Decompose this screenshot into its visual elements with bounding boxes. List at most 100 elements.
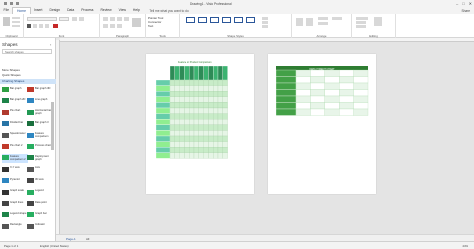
- stencil-item[interactable]: Indicator: [27, 223, 53, 232]
- undo-icon[interactable]: [10, 2, 13, 5]
- collapse-icon[interactable]: ‹: [50, 42, 51, 47]
- tab-design[interactable]: Design: [46, 7, 64, 14]
- copy-button[interactable]: [12, 21, 20, 23]
- drawing-page-2[interactable]: DEPLOYMENT CHART: [268, 54, 376, 194]
- row-label-cell: [275, 89, 297, 97]
- format-painter-button[interactable]: [12, 25, 20, 27]
- effects-button[interactable]: [262, 25, 268, 28]
- stencil-item[interactable]: Rectangle: [2, 223, 28, 232]
- tab-review[interactable]: Review: [97, 7, 115, 14]
- stencil-item[interactable]: Line graph: [27, 97, 53, 106]
- align-button[interactable]: [296, 18, 303, 26]
- style-swatch[interactable]: [186, 17, 195, 23]
- font-color-icon[interactable]: [53, 24, 58, 28]
- stencil-item[interactable]: Bar graph: [2, 86, 28, 95]
- font-size-box[interactable]: [59, 17, 69, 21]
- stencil-item[interactable]: Process chart: [27, 143, 53, 152]
- tab-home[interactable]: Home: [12, 7, 31, 14]
- stencil-item[interactable]: Graph lines: [2, 200, 28, 209]
- group-button[interactable]: [332, 17, 342, 20]
- style-swatch[interactable]: [246, 17, 255, 23]
- quick-shapes-link[interactable]: Quick Shapes: [2, 73, 21, 77]
- strikethrough-icon[interactable]: [45, 24, 49, 28]
- stencil-item[interactable]: Horizontal bar graph: [27, 109, 53, 118]
- text-direction-icon[interactable]: [132, 18, 141, 27]
- redo-icon[interactable]: [16, 2, 19, 5]
- align-right-icon[interactable]: [117, 17, 122, 21]
- stencil-item[interactable]: Bar graph 3: [27, 120, 53, 129]
- align-top-icon[interactable]: [103, 24, 108, 28]
- stencil-item[interactable]: Feature comparison: [27, 132, 53, 141]
- stencil-item[interactable]: X-Y axis: [2, 166, 28, 175]
- stencil-item[interactable]: Bar graph 3D: [27, 86, 53, 95]
- stencil-item[interactable]: Bar graph 2D: [2, 97, 28, 106]
- fill-button[interactable]: [262, 17, 268, 20]
- stencil-item[interactable]: Legend shape: [2, 211, 28, 220]
- tell-me-search[interactable]: Tell me what you want to do: [149, 9, 188, 13]
- stencil-item[interactable]: Graph scale: [2, 189, 28, 198]
- maximize-icon[interactable]: □: [462, 1, 464, 6]
- more-shapes-link[interactable]: More Shapes: [2, 68, 20, 72]
- tab-insert[interactable]: Insert: [31, 7, 46, 14]
- stencil-item[interactable]: 3D axis: [27, 177, 53, 186]
- minimize-icon[interactable]: –: [456, 1, 458, 6]
- zoom-level[interactable]: 44%: [462, 244, 468, 248]
- tools-group: Pointer Tool Connector Text Tools: [146, 14, 180, 38]
- tab-data[interactable]: Data: [64, 7, 78, 14]
- tab-process[interactable]: Process: [78, 7, 97, 14]
- bold-icon[interactable]: [27, 24, 31, 28]
- tab-file[interactable]: File: [0, 7, 12, 14]
- text-tool-button[interactable]: Text: [148, 24, 153, 28]
- style-swatch[interactable]: [222, 17, 231, 23]
- tab-view[interactable]: View: [115, 7, 129, 14]
- stencil-item[interactable]: Divided bar: [2, 120, 28, 129]
- page-indicator[interactable]: Page 1 of 1: [4, 244, 18, 248]
- stencil-item[interactable]: Pyramid: [2, 177, 28, 186]
- grid-cell: [203, 147, 209, 153]
- align-center-icon[interactable]: [110, 17, 115, 21]
- change-shape-button[interactable]: [356, 17, 368, 20]
- page-tab[interactable]: Page-1: [66, 237, 76, 241]
- stencil-item[interactable]: Deployment graph: [27, 154, 53, 163]
- font-name-box[interactable]: [27, 17, 57, 21]
- close-icon[interactable]: ✕: [469, 1, 472, 6]
- style-swatch[interactable]: [234, 17, 243, 23]
- stencil-item[interactable]: Speedometer: [2, 132, 28, 141]
- bullets-icon[interactable]: [124, 17, 129, 21]
- paste-button[interactable]: [3, 17, 10, 26]
- find-button[interactable]: [374, 17, 382, 26]
- grow-font-icon[interactable]: [72, 17, 77, 21]
- send-backward-button[interactable]: [318, 22, 328, 25]
- tab-help[interactable]: Help: [129, 7, 143, 14]
- bring-forward-button[interactable]: [318, 17, 328, 20]
- stencil-item[interactable]: Graph bar: [27, 211, 53, 220]
- stencil-item[interactable]: Legend: [27, 189, 53, 198]
- share-button[interactable]: Share: [461, 9, 470, 13]
- drawing-canvas[interactable]: Feature or Product Comparison DEPLOYMENT…: [60, 42, 474, 234]
- italic-icon[interactable]: [33, 24, 37, 28]
- column-header-cell: [222, 65, 228, 81]
- cut-button[interactable]: [12, 17, 20, 19]
- shrink-font-icon[interactable]: [79, 17, 84, 21]
- stencil-item[interactable]: Pie chart: [2, 109, 28, 118]
- drawing-page-1[interactable]: Feature or Product Comparison: [146, 54, 254, 194]
- all-pages-tab[interactable]: All: [86, 237, 89, 241]
- search-shapes-input[interactable]: Search shapes: [2, 49, 52, 54]
- stencil-item[interactable]: Data point: [27, 200, 53, 209]
- selected-stencil[interactable]: Charting Shapes: [0, 79, 56, 84]
- stencil-item[interactable]: Feature comparison 2: [2, 154, 28, 164]
- position-button[interactable]: [306, 18, 313, 26]
- line-button[interactable]: [262, 21, 268, 24]
- layers-button[interactable]: [356, 21, 366, 24]
- select-button[interactable]: [356, 25, 366, 28]
- stencil-item[interactable]: Pie chart 2: [2, 143, 28, 152]
- align-middle-icon[interactable]: [110, 24, 115, 28]
- align-left-icon[interactable]: [103, 17, 108, 21]
- shapes-scrollbar[interactable]: [51, 102, 54, 150]
- save-icon[interactable]: [4, 2, 7, 5]
- style-swatch[interactable]: [210, 17, 219, 23]
- align-bottom-icon[interactable]: [117, 24, 122, 28]
- style-swatch[interactable]: [198, 17, 207, 23]
- stencil-item[interactable]: Axis: [27, 166, 53, 175]
- underline-icon[interactable]: [39, 24, 43, 28]
